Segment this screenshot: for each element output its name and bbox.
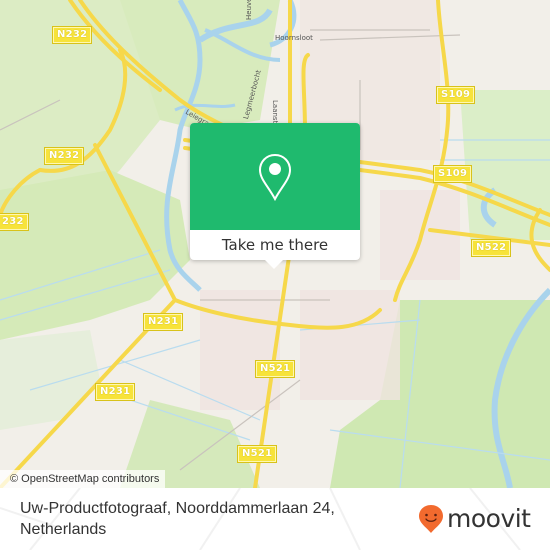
moovit-logo[interactable]: moovit	[418, 504, 531, 534]
location-popup[interactable]: Take me there	[190, 123, 360, 269]
road-shield-n232: 232	[0, 214, 28, 230]
street-label-heuvelbocht: Heuvelbocht	[245, 0, 253, 20]
road-shield-n522: N522	[472, 240, 511, 256]
map-pin-icon	[258, 153, 292, 201]
footer: Uw-Productfotograaf, Noorddammerlaan 24,…	[0, 488, 550, 550]
popup-pointer	[265, 260, 283, 269]
road-shield-n232: N232	[53, 27, 92, 43]
road-shield-s109: S109	[437, 87, 475, 103]
popup-header[interactable]	[190, 123, 360, 230]
take-me-there-button[interactable]: Take me there	[190, 230, 360, 260]
road-shield-s109: S109	[434, 166, 472, 182]
road-shield-n231: N231	[144, 314, 183, 330]
road-shield-n231: N231	[96, 384, 135, 400]
map-attribution[interactable]: © OpenStreetMap contributors	[0, 470, 166, 488]
road-shield-n521: N521	[238, 446, 277, 462]
moovit-wordmark: moovit	[447, 504, 531, 533]
moovit-pin-icon	[419, 505, 443, 533]
road-shield-n521: N521	[256, 361, 295, 377]
road-shield-n232: N232	[45, 148, 84, 164]
place-address: Uw-Productfotograaf, Noorddammerlaan 24,…	[20, 500, 335, 538]
map-view[interactable]: N232 N232 232 S109 S109 N522 N231 N231 N…	[0, 0, 550, 488]
street-label-hoornsloot: Hoornsloot	[275, 34, 313, 42]
